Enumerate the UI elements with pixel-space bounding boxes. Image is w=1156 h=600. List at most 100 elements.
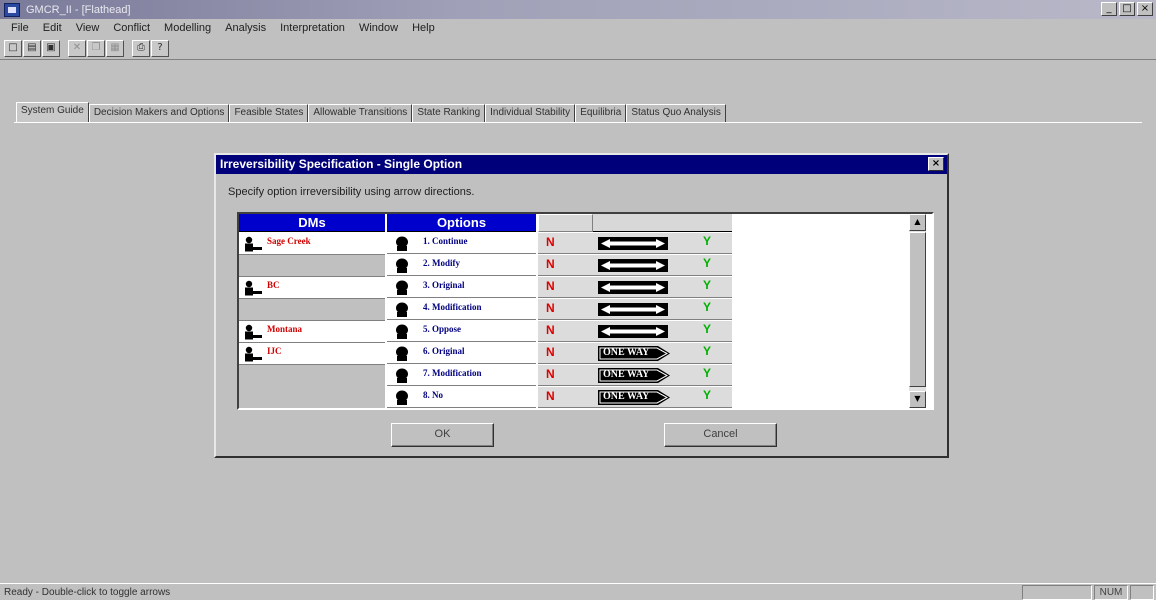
dm-name: IJC xyxy=(267,346,282,356)
option-row[interactable]: 3. Original xyxy=(387,277,536,298)
paste-icon[interactable]: ▦ xyxy=(106,40,124,57)
option-label: 1. Continue xyxy=(423,236,468,246)
tab-system-guide[interactable]: System Guide xyxy=(16,102,89,122)
yes-mark: Y xyxy=(703,300,712,314)
option-row[interactable]: 4. Modification xyxy=(387,299,536,320)
menu-file[interactable]: File xyxy=(4,22,36,34)
menu-window[interactable]: Window xyxy=(352,22,405,34)
one-way-label: ONE WAY xyxy=(603,369,650,380)
option-label: 4. Modification xyxy=(423,302,482,312)
irreversibility-row[interactable]: NY xyxy=(538,299,732,320)
two-way-arrow-icon[interactable] xyxy=(598,281,668,294)
cancel-button[interactable]: Cancel xyxy=(664,423,777,447)
options-column: Options 1. Continue 2. Modify 3. Original 4… xyxy=(387,214,536,408)
one-way-label: ONE WAY xyxy=(603,391,650,402)
open-folder-icon[interactable]: ▤ xyxy=(23,40,41,57)
two-way-arrow-icon[interactable] xyxy=(598,303,668,316)
menu-edit[interactable]: Edit xyxy=(36,22,69,34)
one-way-arrow-icon[interactable]: ONE WAY xyxy=(598,390,670,405)
dm-row-fill xyxy=(239,255,385,277)
option-row[interactable]: 8. No xyxy=(387,387,536,408)
menu-help[interactable]: Help xyxy=(405,22,442,34)
tab-decision-makers-options[interactable]: Decision Makers and Options xyxy=(88,104,230,122)
tab-allowable-transitions[interactable]: Allowable Transitions xyxy=(308,104,413,122)
option-label: 3. Original xyxy=(423,280,465,290)
person-icon xyxy=(243,280,263,299)
scroll-thumb[interactable] xyxy=(909,232,926,387)
option-row[interactable]: 5. Oppose xyxy=(387,321,536,342)
num-lock-indicator: NUM xyxy=(1094,585,1128,600)
option-head-icon xyxy=(393,302,411,320)
menu-modelling[interactable]: Modelling xyxy=(157,22,218,34)
no-mark: N xyxy=(546,389,555,403)
dm-row-fill xyxy=(239,299,385,321)
status-text: Ready - Double-click to toggle arrows xyxy=(4,586,171,598)
ok-button[interactable]: OK xyxy=(391,423,494,447)
save-icon[interactable]: ▣ xyxy=(42,40,60,57)
no-mark: N xyxy=(546,257,555,271)
two-way-arrow-icon[interactable] xyxy=(598,259,668,272)
scroll-up-icon[interactable]: ▲ xyxy=(909,214,926,231)
print-icon[interactable]: ⎙ xyxy=(132,40,150,57)
person-icon xyxy=(243,324,263,343)
dialog-title-bar[interactable]: Irreversibility Specification - Single O… xyxy=(216,155,947,174)
dialog-title: Irreversibility Specification - Single O… xyxy=(220,157,463,171)
tab-equilibria[interactable]: Equilibria xyxy=(575,104,627,122)
option-row[interactable]: 6. Original xyxy=(387,343,536,364)
irreversibility-row[interactable]: N ONE WAY Y xyxy=(538,365,732,386)
option-row[interactable]: 1. Continue xyxy=(387,233,536,254)
app-logo-icon xyxy=(4,2,20,17)
minimize-button[interactable]: _ xyxy=(1101,2,1117,16)
app-title-bar[interactable]: GMCR_II - [Flathead] _ □ × xyxy=(0,0,1156,19)
yes-mark: Y xyxy=(703,322,712,336)
dm-row[interactable]: BC xyxy=(239,277,385,299)
state-header xyxy=(538,214,732,232)
dms-header: DMs xyxy=(239,214,385,232)
option-row[interactable]: 2. Modify xyxy=(387,255,536,276)
options-header: Options xyxy=(387,214,536,232)
no-mark: N xyxy=(546,345,555,359)
no-mark: N xyxy=(546,235,555,249)
copy-icon[interactable]: ❐ xyxy=(87,40,105,57)
close-button[interactable]: × xyxy=(1137,2,1153,16)
irreversibility-row[interactable]: NY xyxy=(538,255,732,276)
menu-interpretation[interactable]: Interpretation xyxy=(273,22,352,34)
option-label: 8. No xyxy=(423,390,443,400)
irreversibility-row[interactable]: N ONE WAY Y xyxy=(538,343,732,364)
tab-feasible-states[interactable]: Feasible States xyxy=(229,104,309,122)
one-way-label: ONE WAY xyxy=(603,347,650,358)
two-way-arrow-icon[interactable] xyxy=(598,325,668,338)
irreversibility-row[interactable]: NY xyxy=(538,321,732,342)
dialog-close-icon[interactable]: × xyxy=(928,157,944,171)
dm-row[interactable]: Montana xyxy=(239,321,385,343)
irreversibility-row[interactable]: NY xyxy=(538,233,732,254)
option-row[interactable]: 7. Modification xyxy=(387,365,536,386)
tab-status-quo-analysis[interactable]: Status Quo Analysis xyxy=(626,104,726,122)
help-icon[interactable]: ? xyxy=(151,40,169,57)
yes-mark: Y xyxy=(703,256,712,270)
two-way-arrow-icon[interactable] xyxy=(598,237,668,250)
one-way-arrow-icon[interactable]: ONE WAY xyxy=(598,368,670,383)
dm-row[interactable]: IJC xyxy=(239,343,385,365)
option-label: 2. Modify xyxy=(423,258,460,268)
scroll-down-icon[interactable]: ▼ xyxy=(909,391,926,408)
irreversibility-row[interactable]: N ONE WAY Y xyxy=(538,387,732,408)
tab-state-ranking[interactable]: State Ranking xyxy=(412,104,486,122)
menu-view[interactable]: View xyxy=(69,22,107,34)
dms-column: DMs Sage Creek BC Montana IJC xyxy=(239,214,385,408)
irreversibility-row[interactable]: NY xyxy=(538,277,732,298)
new-file-icon[interactable]: □ xyxy=(4,40,22,57)
person-icon xyxy=(243,236,263,255)
menu-conflict[interactable]: Conflict xyxy=(106,22,157,34)
cut-icon[interactable]: ✕ xyxy=(68,40,86,57)
restore-button[interactable]: □ xyxy=(1119,2,1135,16)
option-head-icon xyxy=(393,236,411,254)
person-icon xyxy=(243,346,263,365)
status-pane-end xyxy=(1130,585,1154,600)
tab-individual-stability[interactable]: Individual Stability xyxy=(485,104,576,122)
vertical-scrollbar[interactable]: ▲ ▼ xyxy=(909,214,926,408)
one-way-arrow-icon[interactable]: ONE WAY xyxy=(598,346,670,361)
option-head-icon xyxy=(393,280,411,298)
dm-row[interactable]: Sage Creek xyxy=(239,233,385,255)
menu-analysis[interactable]: Analysis xyxy=(218,22,273,34)
